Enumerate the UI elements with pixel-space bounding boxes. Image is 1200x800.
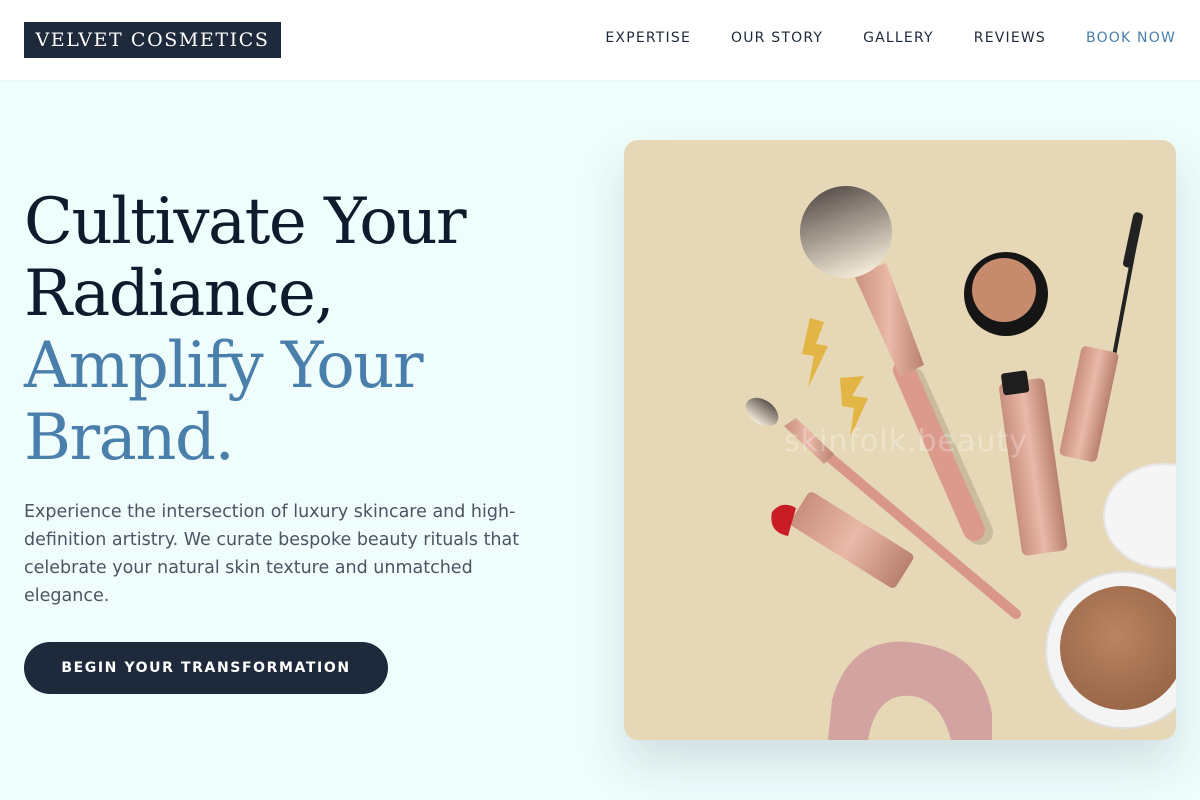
hero-cosmetics-image: skinfolk.beauty [624, 140, 1176, 740]
image-watermark: skinfolk.beauty [784, 424, 1028, 459]
lip-gloss-tube [999, 370, 1068, 556]
headline-line-2: Radiance, [24, 257, 335, 331]
begin-transformation-button[interactable]: BEGIN YOUR TRANSFORMATION [24, 642, 388, 694]
nav-item-expertise[interactable]: EXPERTISE [605, 28, 691, 48]
nav-item-our-story[interactable]: OUR STORY [731, 28, 823, 48]
headline-line-1: Cultivate Your [24, 185, 467, 259]
bronzer-compact [1045, 463, 1176, 729]
mascara-wand [1059, 212, 1143, 462]
brand-logo[interactable]: VELVET COSMETICS [24, 22, 281, 58]
nav-item-reviews[interactable]: REVIEWS [974, 28, 1046, 48]
main-nav: EXPERTISE OUR STORY GALLERY REVIEWS BOOK… [565, 28, 1176, 48]
velvet-scrunchie [828, 641, 992, 740]
nav-item-book-now[interactable]: BOOK NOW [1086, 28, 1176, 48]
concealer-pot [964, 252, 1048, 336]
hero-description: Experience the intersection of luxury sk… [24, 502, 520, 606]
lightning-earrings [802, 318, 868, 438]
hero-headline: Cultivate Your Radiance, Amplify Your Br… [24, 186, 584, 474]
headline-accent-line-1: Amplify Your [24, 329, 424, 403]
site-header: VELVET COSMETICS EXPERTISE OUR STORY GAL… [0, 0, 1200, 80]
nav-item-gallery[interactable]: GALLERY [863, 28, 934, 48]
headline-accent-line-2: Brand. [24, 401, 235, 475]
